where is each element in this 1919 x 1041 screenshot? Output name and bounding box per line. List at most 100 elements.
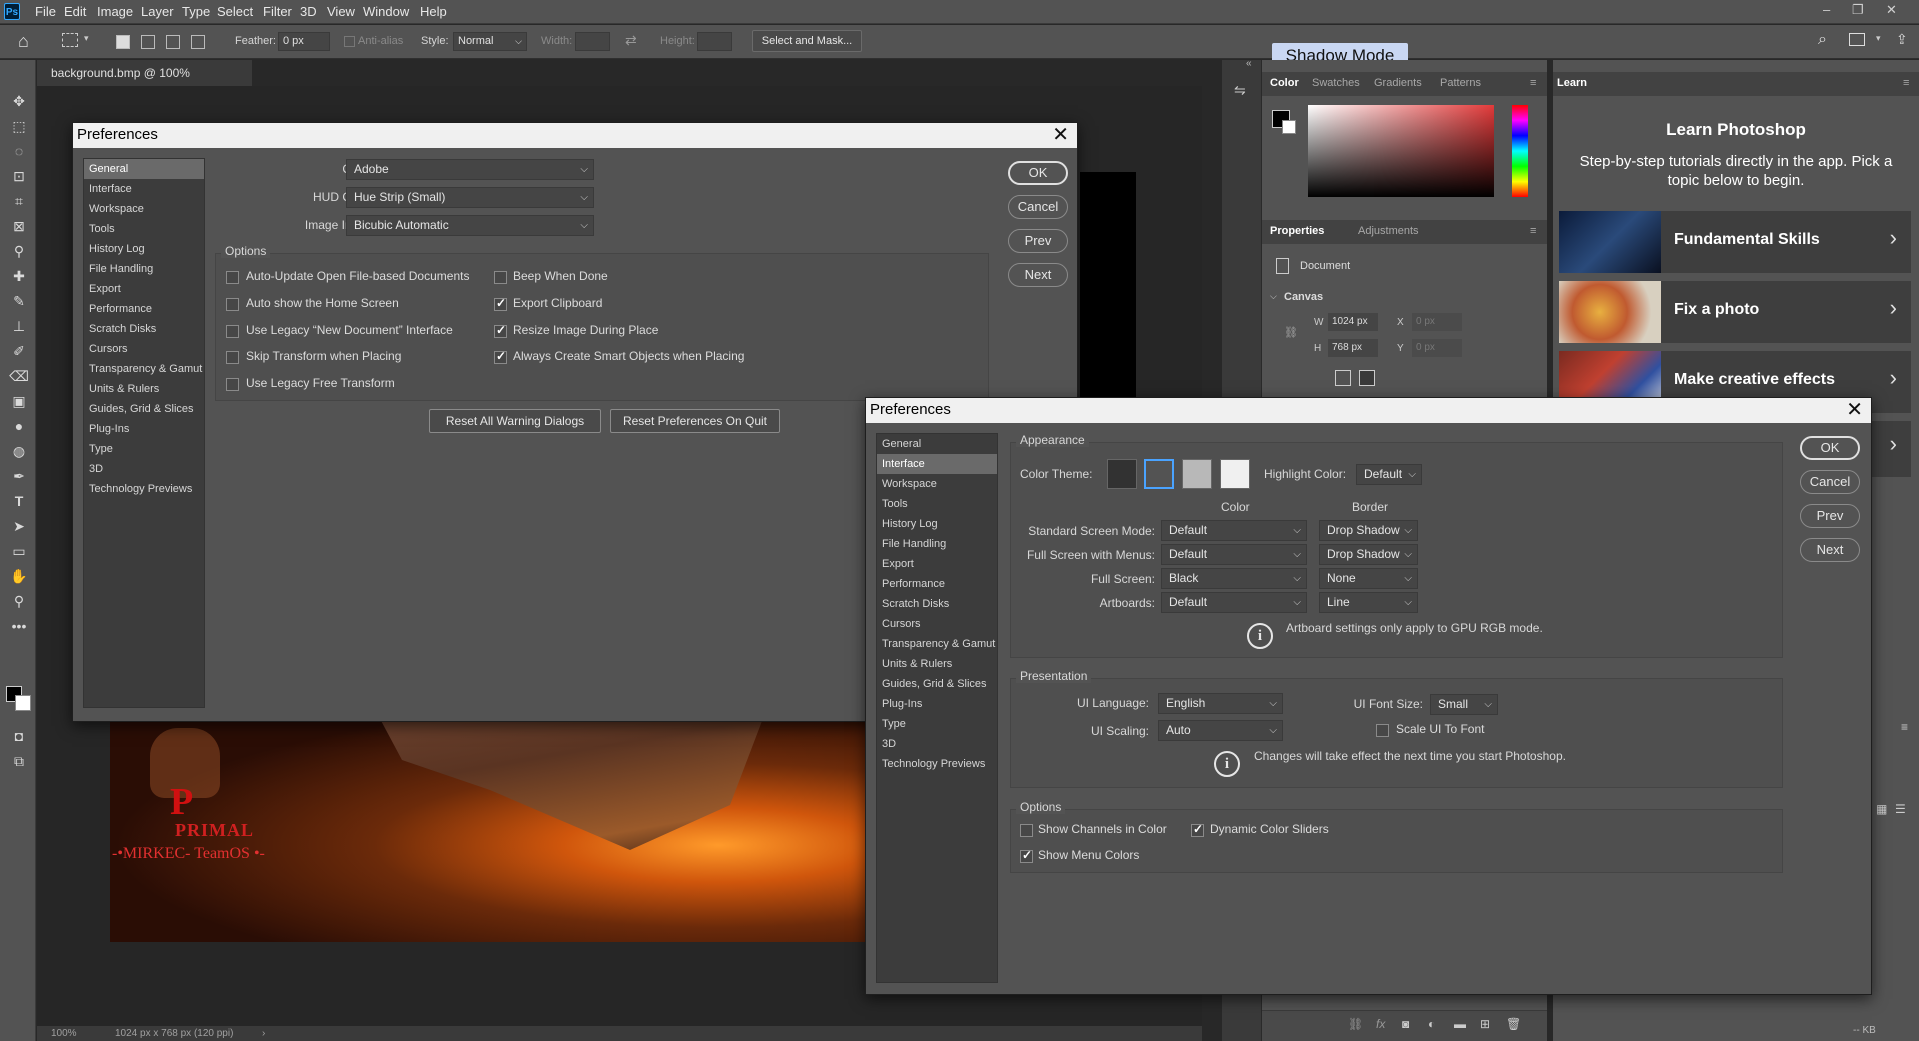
menu-filter[interactable]: Filter — [263, 4, 292, 19]
nav-plug-ins[interactable]: Plug-Ins — [877, 694, 997, 714]
ui-scaling-select[interactable]: Auto ⌵ — [1158, 720, 1283, 741]
smart-objects-placing-checkbox[interactable] — [494, 349, 507, 364]
home-icon[interactable]: ⌂ — [18, 31, 29, 52]
menu-view[interactable]: View — [327, 4, 355, 19]
frame-tool-icon[interactable]: ⊠ — [8, 215, 30, 237]
show-channels-color-checkbox[interactable] — [1020, 824, 1033, 837]
nav-3d[interactable]: 3D — [84, 459, 204, 479]
color-picker-select[interactable]: Adobe ⌵ — [346, 159, 594, 180]
canvas-width-field[interactable]: 1024 px — [1328, 313, 1378, 331]
document-tab[interactable]: background.bmp @ 100% (RGB/8)✕ — [37, 60, 252, 106]
collapse-left-icon[interactable]: « — [1246, 58, 1252, 69]
nav-export[interactable]: Export — [84, 279, 204, 299]
chevron-down-icon[interactable]: ▾ — [84, 33, 89, 44]
tab-adjustments[interactable]: Adjustments — [1358, 225, 1419, 237]
new-layer-icon[interactable]: ⊞ — [1480, 1017, 1490, 1031]
tab-swatches[interactable]: Swatches — [1312, 77, 1360, 89]
style-select[interactable]: Normal ⌵ — [453, 32, 527, 51]
share-icon[interactable]: ⇪ — [1896, 31, 1908, 48]
auto-update-checkbox[interactable] — [226, 271, 239, 284]
background-color-swatch[interactable] — [15, 695, 31, 711]
add-selection-icon[interactable] — [141, 35, 155, 49]
brush-tool-icon[interactable]: ✎ — [8, 290, 30, 312]
history-brush-tool-icon[interactable]: ✐ — [8, 340, 30, 362]
tab-properties[interactable]: Properties — [1270, 225, 1324, 237]
mask-icon[interactable]: ◙ — [1402, 1017, 1409, 1031]
menu-select[interactable]: Select — [217, 4, 253, 19]
width-input[interactable] — [575, 32, 610, 51]
chevron-down-icon[interactable]: ▾ — [1876, 33, 1881, 44]
scale-ui-to-font-checkbox[interactable] — [1376, 724, 1389, 737]
list-view-icon[interactable]: ☰ — [1895, 802, 1906, 816]
folder-icon[interactable]: ▬ — [1454, 1017, 1466, 1031]
link-layers-icon[interactable]: ⛓ — [1348, 1017, 1363, 1031]
nav-general[interactable]: General — [84, 159, 204, 179]
nav-export[interactable]: Export — [877, 554, 997, 574]
nav-plug-ins[interactable]: Plug-Ins — [84, 419, 204, 439]
full-screen-color-select[interactable]: Black ⌵ — [1161, 568, 1307, 589]
standard-screen-color-select[interactable]: Default ⌵ — [1161, 520, 1307, 541]
theme-swatch-dark[interactable] — [1144, 459, 1174, 489]
tab-learn[interactable]: Learn — [1557, 77, 1587, 89]
adjustment-layer-icon[interactable]: ◐ — [1428, 1017, 1435, 1031]
nav-units-rulers[interactable]: Units & Rulers — [877, 654, 997, 674]
dynamic-color-sliders-checkbox[interactable] — [1191, 822, 1204, 837]
tab-gradients[interactable]: Gradients — [1374, 77, 1422, 89]
prev-button[interactable]: Prev — [1800, 504, 1860, 528]
marquee-tool-icon[interactable]: ⬚ — [8, 115, 30, 137]
landscape-orientation-icon[interactable] — [1359, 370, 1375, 386]
eraser-tool-icon[interactable]: ⌫ — [8, 365, 30, 387]
dodge-tool-icon[interactable]: ◍ — [8, 440, 30, 462]
marquee-preset-icon[interactable] — [62, 33, 78, 47]
canvas-height-field[interactable]: 768 px — [1328, 339, 1378, 357]
menu-help[interactable]: Help — [420, 4, 447, 19]
subtract-selection-icon[interactable] — [166, 35, 180, 49]
search-icon[interactable]: ⌕ — [1818, 31, 1827, 49]
next-button[interactable]: Next — [1800, 538, 1860, 562]
ok-button[interactable]: OK — [1008, 161, 1068, 185]
blur-tool-icon[interactable]: ● — [8, 415, 30, 437]
color-field[interactable] — [1308, 105, 1494, 197]
highlight-color-select[interactable]: Default ⌵ — [1356, 464, 1422, 485]
menu-type[interactable]: Type — [182, 4, 210, 19]
select-and-mask-button[interactable]: Select and Mask... — [752, 30, 862, 52]
nav-units-rulers[interactable]: Units & Rulers — [84, 379, 204, 399]
nav-type[interactable]: Type — [84, 439, 204, 459]
nav-history-log[interactable]: History Log — [84, 239, 204, 259]
panel-menu-icon[interactable]: ≡ — [1901, 720, 1908, 734]
history-panel-icon[interactable]: ⇋ — [1234, 82, 1246, 99]
new-selection-icon[interactable] — [116, 35, 130, 49]
height-input[interactable] — [697, 32, 732, 51]
ui-language-select[interactable]: English ⌵ — [1158, 693, 1283, 714]
nav-scratch-disks[interactable]: Scratch Disks — [877, 594, 997, 614]
resize-image-place-checkbox[interactable] — [494, 323, 507, 338]
object-select-tool-icon[interactable]: ⊡ — [8, 165, 30, 187]
menu-edit[interactable]: Edit — [64, 4, 86, 19]
beep-when-done-checkbox[interactable] — [494, 271, 507, 284]
workspace-icon[interactable] — [1849, 33, 1865, 46]
nav-general[interactable]: General — [877, 434, 997, 454]
grid-view-icon[interactable]: ▦ — [1876, 802, 1887, 816]
menu-window[interactable]: Window — [363, 4, 409, 19]
chevron-down-icon[interactable]: ⌵ — [1270, 291, 1277, 302]
close-icon[interactable]: ✕ — [1846, 398, 1863, 423]
reset-preferences-button[interactable]: Reset Preferences On Quit — [610, 409, 780, 433]
feather-input[interactable]: 0 px — [278, 32, 330, 51]
clone-stamp-tool-icon[interactable]: ⊥ — [8, 315, 30, 337]
close-icon[interactable]: ✕ — [1052, 123, 1069, 148]
nav-workspace[interactable]: Workspace — [84, 199, 204, 219]
standard-screen-border-select[interactable]: Drop Shadow ⌵ — [1319, 520, 1418, 541]
nav-technology-previews[interactable]: Technology Previews — [84, 479, 204, 499]
theme-swatch-light[interactable] — [1182, 459, 1212, 489]
hand-tool-icon[interactable]: ✋ — [8, 565, 30, 587]
skip-transform-checkbox[interactable] — [226, 351, 239, 364]
hud-color-picker-select[interactable]: Hue Strip (Small) ⌵ — [346, 187, 594, 208]
eyedropper-tool-icon[interactable]: ⚲ — [8, 240, 30, 262]
show-menu-colors-checkbox[interactable] — [1020, 848, 1033, 863]
trash-icon[interactable]: 🗑 — [1506, 1017, 1521, 1031]
close-icon[interactable]: ✕ — [1886, 2, 1897, 18]
full-screen-menus-border-select[interactable]: Drop Shadow ⌵ — [1319, 544, 1418, 565]
nav-3d[interactable]: 3D — [877, 734, 997, 754]
tab-color[interactable]: Color — [1270, 77, 1299, 89]
photoshop-app-icon[interactable]: Ps — [4, 3, 20, 20]
